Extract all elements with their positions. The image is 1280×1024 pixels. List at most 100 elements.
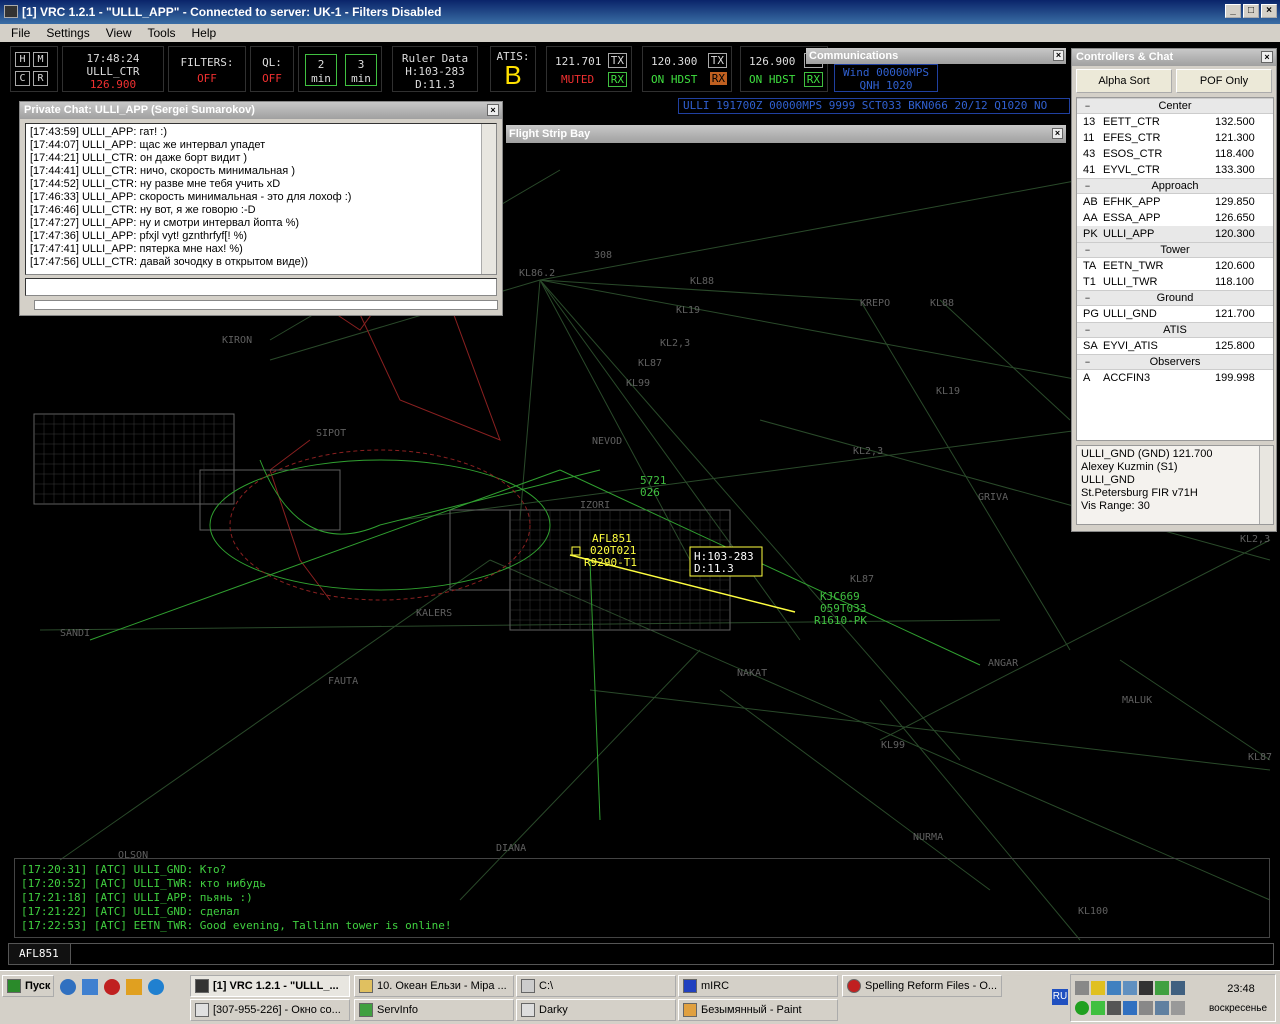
controller-row[interactable]: 41 EYVL_CTR 133.300 bbox=[1077, 162, 1273, 178]
taskbar-cdrive[interactable]: C:\ bbox=[516, 975, 676, 997]
explorer-icon[interactable] bbox=[82, 979, 98, 995]
filters-box[interactable]: FILTERS: OFF bbox=[168, 46, 246, 92]
private-chat-log[interactable]: [17:43:59] ULLI_APP: гат! :) [17:44:07] … bbox=[25, 123, 497, 275]
tray-icon[interactable] bbox=[1123, 981, 1137, 995]
group-header-atis[interactable]: ATIS bbox=[1077, 322, 1273, 338]
taskbar-opera[interactable]: Spelling Reform Files - O... bbox=[842, 975, 1002, 997]
chat-scrollbar[interactable] bbox=[481, 124, 496, 274]
windows-icon bbox=[7, 979, 21, 993]
chat-message: [17:46:46] ULLI_CTR: ну вот, я же говорю… bbox=[30, 204, 256, 216]
controllers-close-icon[interactable]: × bbox=[1261, 51, 1273, 63]
taskbar-chat[interactable]: [307-955-226] - Окно со... bbox=[190, 999, 350, 1021]
group-header-observers[interactable]: Observers bbox=[1077, 354, 1273, 370]
controller-row[interactable]: 11 EFES_CTR 121.300 bbox=[1077, 130, 1273, 146]
flight-strip-titlebar[interactable]: Flight Strip Bay × bbox=[506, 125, 1066, 143]
communications-close-icon[interactable]: × bbox=[1053, 50, 1064, 61]
clock[interactable]: 23:48 bbox=[1211, 983, 1271, 995]
range-2min-button[interactable]: 2 min bbox=[305, 54, 337, 86]
command-line[interactable]: AFL851 bbox=[8, 943, 1274, 965]
group-header-approach[interactable]: Approach bbox=[1077, 178, 1273, 194]
alpha-sort-button[interactable]: Alpha Sort bbox=[1076, 69, 1172, 93]
system-tray: 23:48 воскресенье bbox=[1070, 974, 1276, 1022]
freq1-tx-button[interactable]: TX bbox=[607, 53, 627, 68]
key-h[interactable]: H bbox=[15, 52, 30, 67]
freq3-rx-button[interactable]: RX bbox=[803, 72, 823, 87]
aircraft-tag-5721[interactable]: 5721 026 bbox=[640, 474, 667, 499]
taskbar-servinfo[interactable]: ServInfo bbox=[354, 999, 514, 1021]
pof-only-button[interactable]: POF Only bbox=[1176, 69, 1272, 93]
atis-box[interactable]: ATIS: B bbox=[490, 46, 536, 92]
controller-row[interactable]: TA EETN_TWR 120.600 bbox=[1077, 258, 1273, 274]
menu-settings[interactable]: Settings bbox=[45, 26, 90, 40]
fix-label: KREPO bbox=[860, 298, 890, 309]
controller-row[interactable]: 13 EETT_CTR 132.500 bbox=[1077, 114, 1273, 130]
ie-icon[interactable] bbox=[60, 979, 76, 995]
aircraft-target[interactable] bbox=[571, 546, 581, 556]
maximize-button[interactable]: □ bbox=[1243, 4, 1259, 18]
controller-row[interactable]: AA ESSA_APP 126.650 bbox=[1077, 210, 1273, 226]
key-r[interactable]: R bbox=[33, 71, 48, 86]
group-header-tower[interactable]: Tower bbox=[1077, 242, 1273, 258]
communications-titlebar[interactable]: Communications × bbox=[806, 48, 1066, 64]
tray-icon[interactable] bbox=[1171, 981, 1185, 995]
freq2-rx-button[interactable]: RX bbox=[709, 72, 727, 85]
taskbar-music[interactable]: 10. Океан Ельзи - Міра ... bbox=[354, 975, 514, 997]
controllers-titlebar[interactable]: Controllers & Chat × bbox=[1072, 49, 1276, 66]
tray-icon[interactable] bbox=[1139, 981, 1153, 995]
close-button[interactable]: × bbox=[1261, 4, 1277, 18]
tray-icon[interactable] bbox=[1107, 1001, 1121, 1015]
atc-message-log[interactable]: [17:20:31] [ATC] ULLI_GND: Кто? [17:20:5… bbox=[14, 858, 1270, 938]
media-icon[interactable] bbox=[148, 979, 164, 995]
controller-row[interactable]: T1 ULLI_TWR 118.100 bbox=[1077, 274, 1273, 290]
group-header-center[interactable]: Center bbox=[1077, 98, 1273, 114]
tray-icon[interactable] bbox=[1171, 1001, 1185, 1015]
private-chat-input[interactable] bbox=[25, 278, 497, 296]
winamp-icon[interactable] bbox=[126, 979, 142, 995]
tray-icon[interactable] bbox=[1123, 1001, 1137, 1015]
controller-row[interactable]: PG ULLI_GND 121.700 bbox=[1077, 306, 1273, 322]
taskbar-paint[interactable]: Безымянный - Paint bbox=[678, 999, 838, 1021]
taskbar-mirc[interactable]: mIRC bbox=[678, 975, 838, 997]
controller-row[interactable]: 43 ESOS_CTR 118.400 bbox=[1077, 146, 1273, 162]
info-scrollbar[interactable] bbox=[1259, 446, 1273, 524]
aircraft-tag-afl851[interactable]: AFL851 020T021 R9290-T1 bbox=[571, 532, 637, 569]
private-chat-close-icon[interactable]: × bbox=[487, 104, 499, 116]
language-indicator[interactable]: RU bbox=[1052, 989, 1068, 1005]
controller-callsign: EFES_CTR bbox=[1103, 132, 1161, 144]
controller-row[interactable]: SA EYVI_ATIS 125.800 bbox=[1077, 338, 1273, 354]
menu-view[interactable]: View bbox=[105, 26, 133, 40]
controller-list[interactable]: Center 13 EETT_CTR 132.500 11 EFES_CTR 121.3… bbox=[1076, 97, 1274, 441]
menu-help[interactable]: Help bbox=[191, 26, 218, 40]
opera-icon[interactable] bbox=[104, 979, 120, 995]
range-3min-button[interactable]: 3 min bbox=[345, 54, 377, 86]
menu-tools[interactable]: Tools bbox=[147, 26, 177, 40]
key-m[interactable]: M bbox=[33, 52, 48, 67]
taskbar-darky[interactable]: Darky bbox=[516, 999, 676, 1021]
controller-row[interactable]: AB EFHK_APP 129.850 bbox=[1077, 194, 1273, 210]
tray-icon[interactable] bbox=[1155, 1001, 1169, 1015]
menu-file[interactable]: File bbox=[10, 26, 31, 40]
key-c[interactable]: C bbox=[15, 71, 30, 86]
start-button[interactable]: Пуск bbox=[2, 975, 54, 997]
aircraft-tag-kjc669[interactable]: KJC669 059T033 R1610-PK bbox=[814, 590, 867, 627]
tray-icon[interactable] bbox=[1091, 1001, 1105, 1015]
controllers-title: Controllers & Chat bbox=[1076, 51, 1174, 63]
private-chat-input-secondary[interactable] bbox=[34, 300, 498, 310]
freq2-tx-button[interactable]: TX bbox=[707, 53, 727, 68]
tray-icon[interactable] bbox=[1107, 981, 1121, 995]
ql-box[interactable]: QL: OFF bbox=[250, 46, 294, 92]
freq1-rx-button[interactable]: RX bbox=[607, 72, 627, 87]
private-chat-titlebar[interactable]: Private Chat: ULLI_APP (Sergei Sumarokov… bbox=[20, 102, 502, 119]
flight-strip-close-icon[interactable]: × bbox=[1052, 128, 1063, 139]
minimize-button[interactable]: _ bbox=[1225, 4, 1241, 18]
tray-icon[interactable] bbox=[1139, 1001, 1153, 1015]
group-header-ground[interactable]: Ground bbox=[1077, 290, 1273, 306]
tray-icon[interactable] bbox=[1155, 981, 1169, 995]
window-titlebar[interactable]: [1] VRC 1.2.1 - "ULLL_APP" - Connected t… bbox=[0, 0, 1280, 24]
controller-row-selected[interactable]: PK ULLI_APP 120.300 bbox=[1077, 226, 1273, 242]
tray-icon[interactable] bbox=[1091, 981, 1105, 995]
tray-icon[interactable] bbox=[1075, 1001, 1089, 1015]
tray-icon[interactable] bbox=[1075, 981, 1089, 995]
controller-row[interactable]: A ACCFIN3 199.998 bbox=[1077, 370, 1273, 386]
taskbar-vrc[interactable]: [1] VRC 1.2.1 - "ULLL_... bbox=[190, 975, 350, 997]
